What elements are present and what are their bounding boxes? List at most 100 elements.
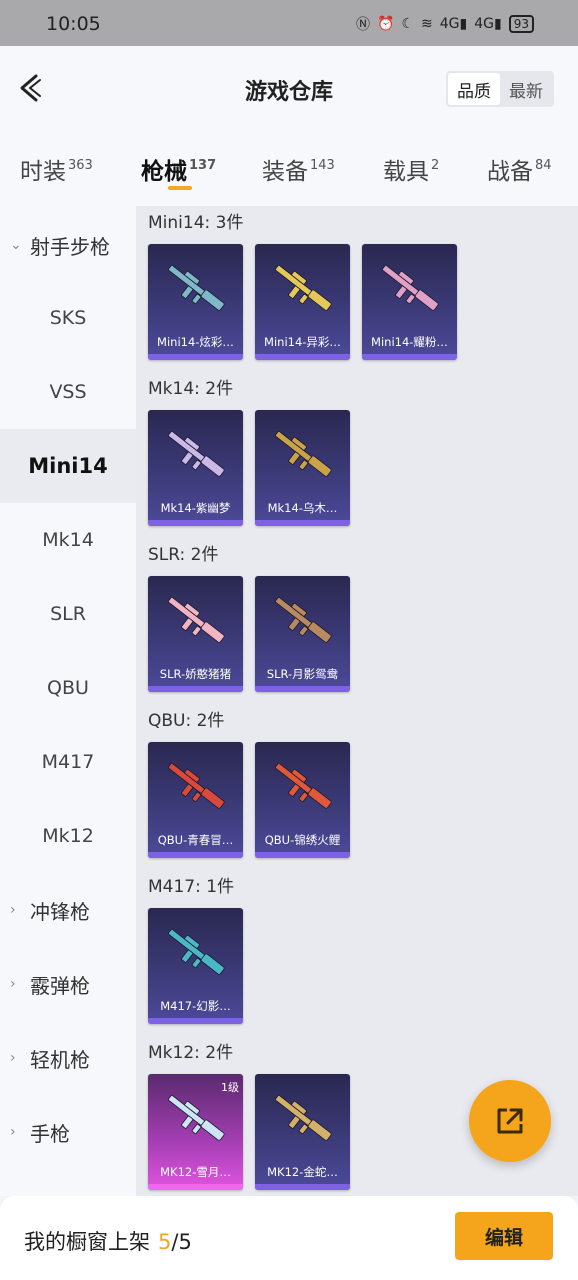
chevron-right-icon: › bbox=[10, 902, 16, 918]
rifle-icon bbox=[274, 430, 332, 477]
weapon-name: QBU-锦绣火鲤 bbox=[264, 833, 341, 847]
battery-icon: 93 bbox=[508, 15, 534, 33]
rifle-icon bbox=[167, 928, 225, 975]
sort-quality-button[interactable]: 品质 bbox=[448, 73, 500, 105]
sidebar-category-pistol[interactable]: › 手枪 bbox=[10, 1095, 70, 1169]
tab-fashion[interactable]: 时装 363 bbox=[20, 152, 93, 186]
rarity-band bbox=[255, 354, 350, 360]
rarity-band bbox=[148, 852, 243, 858]
sidebar: ⌄ 射手步枪 SKS VSS Mini14 Mk14 SLR QBU M417 … bbox=[0, 206, 136, 1196]
weapon-card[interactable]: MK12-金蛇… bbox=[255, 1074, 350, 1190]
group-title: SLR: 2件 bbox=[148, 545, 219, 565]
chevron-down-icon: ⌄ bbox=[10, 237, 22, 253]
signal-icon: 4G▮ bbox=[439, 16, 468, 32]
edit-button[interactable]: 编辑 bbox=[455, 1212, 553, 1260]
rifle-icon bbox=[167, 430, 225, 477]
active-tab-indicator bbox=[168, 186, 192, 190]
status-time: 10:05 bbox=[46, 13, 101, 35]
chevron-right-icon: › bbox=[10, 1050, 16, 1066]
showcase-label: 我的橱窗上架 5/5 bbox=[24, 1230, 192, 1254]
weapon-name: Mk14-紫幽梦 bbox=[160, 501, 231, 515]
chevron-right-icon: › bbox=[10, 976, 16, 992]
weapon-card[interactable]: Mini14-耀粉… bbox=[362, 244, 457, 360]
sort-newest-button[interactable]: 最新 bbox=[500, 73, 552, 105]
weapon-card[interactable]: Mk14-紫幽梦 bbox=[148, 410, 243, 526]
alarm-icon: ⏰ bbox=[377, 16, 395, 32]
weapon-name: QBU-青春冒… bbox=[157, 833, 234, 847]
weapon-name: Mini14-炫彩… bbox=[157, 335, 234, 349]
weapon-name: SLR-娇憨猪猪 bbox=[159, 667, 232, 681]
header: 游戏仓库 品质 最新 bbox=[0, 46, 578, 134]
rifle-icon bbox=[167, 596, 225, 643]
sidebar-item-m417[interactable]: M417 bbox=[0, 725, 136, 799]
sidebar-item-mk14[interactable]: Mk14 bbox=[0, 503, 136, 577]
rarity-band bbox=[148, 354, 243, 360]
sidebar-category-smg[interactable]: › 冲锋枪 bbox=[10, 873, 90, 947]
weapon-card[interactable]: SLR-月影鸳鸯 bbox=[255, 576, 350, 692]
weapon-card[interactable]: QBU-锦绣火鲤 bbox=[255, 742, 350, 858]
showcase-bar: 我的橱窗上架 5/5 编辑 bbox=[0, 1196, 578, 1280]
weapon-name: SLR-月影鸳鸯 bbox=[266, 667, 339, 681]
sidebar-item-qbu[interactable]: QBU bbox=[0, 651, 136, 725]
rifle-icon bbox=[167, 762, 225, 809]
sidebar-item-vss[interactable]: VSS bbox=[0, 355, 136, 429]
rifle-icon bbox=[274, 762, 332, 809]
moon-icon: ☾ bbox=[401, 16, 415, 32]
group-title: Mini14: 3件 bbox=[148, 213, 244, 233]
share-button[interactable] bbox=[469, 1080, 551, 1162]
level-badge: 1级 bbox=[221, 1081, 239, 1094]
sidebar-category-shotgun[interactable]: › 霰弹枪 bbox=[10, 947, 90, 1021]
group-title: M417: 1件 bbox=[148, 877, 235, 897]
weapon-card[interactable]: 1级 MK12-雪月… bbox=[148, 1074, 243, 1190]
tab-supplies[interactable]: 战备 84 bbox=[487, 152, 552, 186]
weapon-name: MK12-金蛇… bbox=[267, 1165, 338, 1179]
sidebar-item-mini14[interactable]: Mini14 bbox=[0, 429, 136, 503]
rifle-icon bbox=[274, 264, 332, 311]
weapon-name: MK12-雪月… bbox=[160, 1165, 231, 1179]
weapon-name: Mini14-异彩… bbox=[264, 335, 341, 349]
tab-equipment[interactable]: 装备 143 bbox=[262, 152, 335, 186]
weapon-card[interactable]: Mini14-炫彩… bbox=[148, 244, 243, 360]
weapon-name: Mk14-乌木… bbox=[267, 501, 338, 515]
rifle-icon bbox=[274, 1094, 332, 1141]
sidebar-item-mk12[interactable]: Mk12 bbox=[0, 799, 136, 873]
rarity-band bbox=[255, 852, 350, 858]
weapon-card[interactable]: QBU-青春冒… bbox=[148, 742, 243, 858]
chevron-right-icon: › bbox=[10, 1124, 16, 1140]
status-icons: Ⓝ ⏰ ☾ ≋ 4G▮ 4G▮ 93 bbox=[356, 14, 534, 34]
status-bar: 10:05 Ⓝ ⏰ ☾ ≋ 4G▮ 4G▮ 93 bbox=[0, 0, 578, 46]
sidebar-category-lmg[interactable]: › 轻机枪 bbox=[10, 1021, 90, 1095]
sidebar-item-sks[interactable]: SKS bbox=[0, 281, 136, 355]
rifle-icon bbox=[274, 596, 332, 643]
rarity-band bbox=[148, 1018, 243, 1024]
showcase-count: 5 bbox=[158, 1230, 172, 1254]
weapon-card[interactable]: SLR-娇憨猪猪 bbox=[148, 576, 243, 692]
group-title: Mk12: 2件 bbox=[148, 1043, 234, 1063]
group-title: Mk14: 2件 bbox=[148, 379, 234, 399]
weapon-card[interactable]: Mk14-乌木… bbox=[255, 410, 350, 526]
weapon-grid: Mini14: 3件 Mini14-炫彩… Mini14-异彩… Mini14-耀粉…… bbox=[136, 206, 578, 1196]
sort-toggle: 品质 最新 bbox=[446, 71, 554, 107]
nfc-icon: Ⓝ bbox=[356, 17, 371, 33]
rarity-band bbox=[148, 520, 243, 526]
tab-vehicles[interactable]: 载具 2 bbox=[383, 152, 439, 186]
rifle-icon bbox=[381, 264, 439, 311]
weapon-name: M417-幻影… bbox=[160, 999, 231, 1013]
sidebar-item-slr[interactable]: SLR bbox=[0, 577, 136, 651]
group-title: QBU: 2件 bbox=[148, 711, 225, 731]
category-tabs: 时装 363 枪械 137 装备 143 载具 2 战备 84 bbox=[0, 134, 578, 206]
tab-firearms[interactable]: 枪械 137 bbox=[141, 152, 216, 186]
rarity-band bbox=[362, 354, 457, 360]
signal-icon-2: 4G▮ bbox=[474, 16, 502, 32]
rarity-band bbox=[255, 520, 350, 526]
rarity-band bbox=[255, 1184, 350, 1190]
sidebar-category-marksman[interactable]: ⌄ 射手步枪 bbox=[10, 208, 110, 282]
rarity-band bbox=[148, 1184, 243, 1190]
weapon-name: Mini14-耀粉… bbox=[371, 335, 448, 349]
weapon-card[interactable]: Mini14-异彩… bbox=[255, 244, 350, 360]
rarity-band bbox=[148, 686, 243, 692]
wifi-icon: ≋ bbox=[421, 16, 433, 32]
rifle-icon bbox=[167, 264, 225, 311]
weapon-card[interactable]: M417-幻影… bbox=[148, 908, 243, 1024]
sidebar-category-label: 射手步枪 bbox=[30, 234, 110, 259]
